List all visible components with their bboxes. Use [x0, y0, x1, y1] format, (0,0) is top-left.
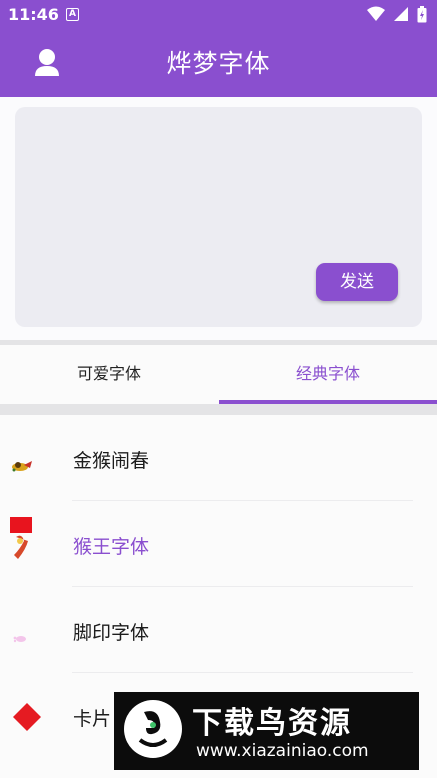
text-input[interactable]: 发送	[15, 107, 422, 327]
watermark-url: www.xiazainiao.com	[196, 741, 369, 761]
font-name: 卡片	[73, 708, 112, 730]
font-name: 脚印字体	[73, 622, 150, 644]
signal-icon	[393, 7, 408, 21]
divider	[0, 404, 437, 415]
monkey-sticker-icon	[12, 461, 32, 472]
monkey-king-sticker-icon	[10, 517, 32, 559]
footprint-icon	[13, 636, 26, 643]
font-category-tabs: 可爱字体 经典字体	[0, 345, 437, 404]
font-name: 金猴闹春	[73, 450, 150, 472]
watermark-title: 下载鸟资源	[192, 706, 352, 741]
battery-icon	[417, 6, 427, 23]
system-icons	[363, 6, 427, 23]
send-button[interactable]: 发送	[316, 263, 398, 301]
font-list-item-jiaoyin[interactable]: 脚印字体	[0, 587, 437, 673]
tab-classic-fonts[interactable]: 经典字体	[219, 345, 437, 404]
wifi-icon	[366, 6, 385, 21]
bird-logo-icon	[124, 700, 182, 758]
status-bar: 11:46 A	[0, 0, 437, 30]
composer-area: 发送	[0, 97, 437, 340]
app-title: 烨梦字体	[166, 49, 271, 78]
font-list-item-houwang[interactable]: 猴王字体	[0, 501, 437, 587]
tab-cute-fonts[interactable]: 可爱字体	[0, 345, 218, 404]
font-list-item-jinhou[interactable]: 金猴闹春	[0, 415, 437, 501]
red-card-icon	[13, 703, 41, 731]
watermark-banner: 下载鸟资源 www.xiazainiao.com	[114, 692, 419, 770]
status-time: 11:46	[8, 5, 59, 24]
app-header: 11:46 A 烨梦字体	[0, 0, 437, 97]
font-name: 猴王字体	[73, 536, 150, 558]
notification-a-icon: A	[66, 8, 79, 21]
